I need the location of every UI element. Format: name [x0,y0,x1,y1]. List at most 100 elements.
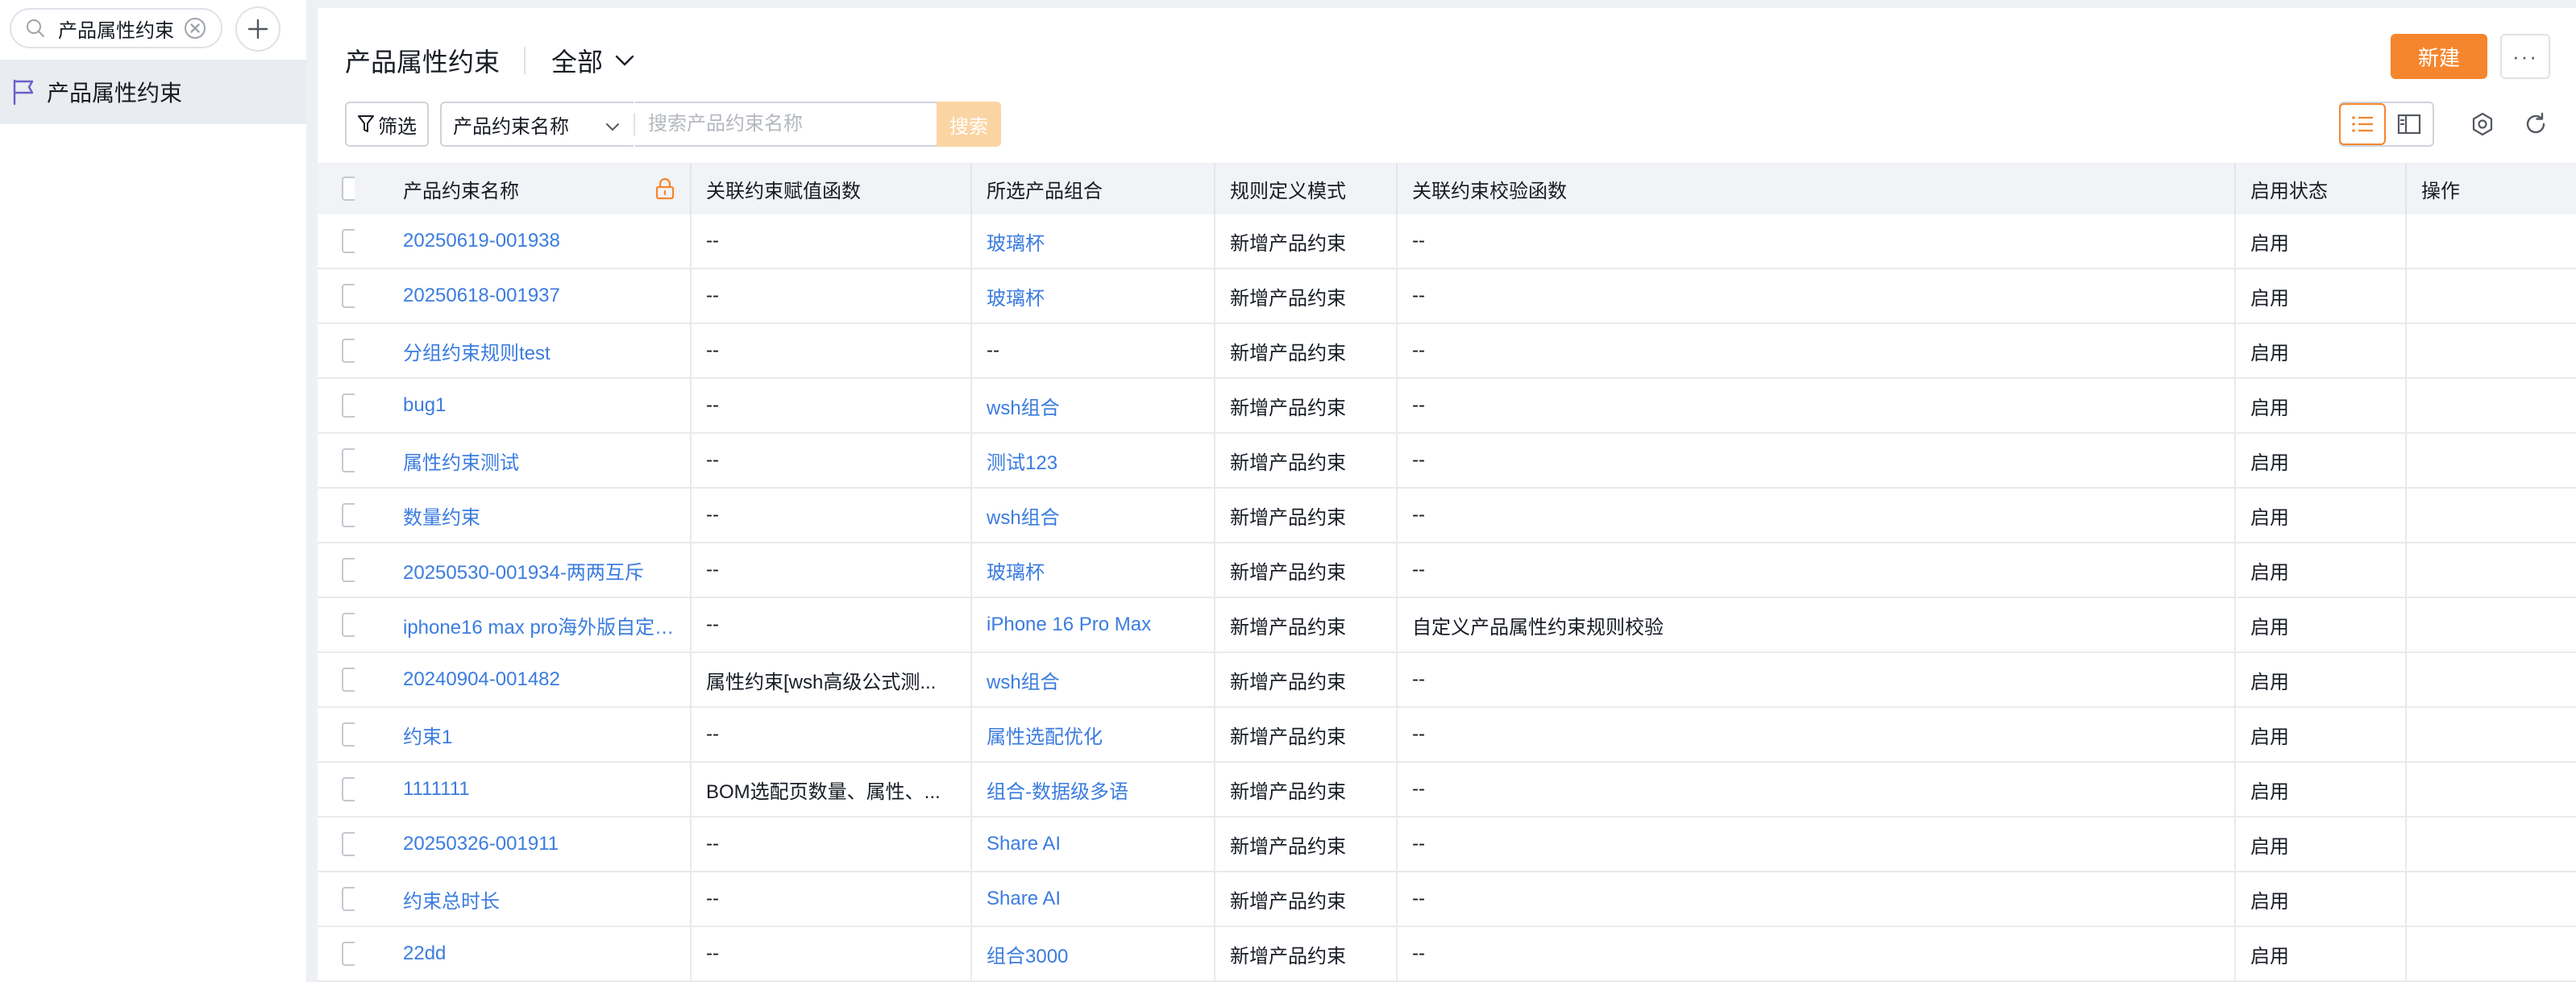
constraint-name-link[interactable]: bug1 [403,394,446,417]
cell-status: 启用 [2236,708,2407,761]
row-checkbox[interactable] [342,558,355,582]
search-button[interactable]: 搜索 [937,102,1001,147]
constraint-name-link[interactable]: 数量约束 [403,501,480,530]
product-combo-value[interactable]: wsh组合 [987,501,1060,530]
search-input[interactable] [648,113,937,135]
constraint-name-link[interactable]: iphone16 max pro海外版自定义属... [403,611,690,639]
sidebar-item-label: 产品属性约束 [47,81,183,106]
table-row[interactable]: 20250619-001938 -- 玻璃杯 新增产品约束 -- 启用 [318,214,2576,269]
product-combo-value[interactable]: 玻璃杯 [987,227,1045,256]
product-combo-value[interactable]: wsh组合 [987,666,1060,694]
column-header-status[interactable]: 启用状态 [2236,163,2407,214]
product-combo-value[interactable]: iPhone 16 Pro Max [987,614,1151,636]
product-combo-value[interactable]: 玻璃杯 [987,556,1045,585]
column-header-assign-function[interactable]: 关联约束赋值函数 [692,163,972,214]
table-row[interactable]: 20250326-001911 -- Share AI 新增产品约束 -- 启用 [318,818,2576,872]
table-row[interactable]: 约束1 -- 属性选配优化 新增产品约束 -- 启用 [318,708,2576,763]
product-combo-value[interactable]: wsh组合 [987,392,1060,420]
cell-status: 启用 [2236,379,2407,432]
table-row[interactable]: 数量约束 -- wsh组合 新增产品约束 -- 启用 [318,489,2576,543]
row-checkbox[interactable] [342,503,355,527]
product-combo-value[interactable]: 属性选配优化 [987,721,1103,749]
table-row[interactable]: bug1 -- wsh组合 新增产品约束 -- 启用 [318,379,2576,434]
table-row[interactable]: 20250530-001934-两两互斥 -- 玻璃杯 新增产品约束 -- 启用 [318,543,2576,598]
cell-name: 属性约束测试 [355,434,692,487]
row-checkbox[interactable] [342,722,355,747]
cell-name: bug1 [355,379,692,432]
constraint-name-link[interactable]: 约束1 [403,721,452,749]
column-header-check-function[interactable]: 关联约束校验函数 [1398,163,2236,214]
row-checkbox[interactable] [342,777,355,801]
constraint-name-link[interactable]: 22dd [403,942,446,965]
product-combo-value[interactable]: 玻璃杯 [987,282,1045,310]
cell-actions [2407,598,2576,651]
row-checkbox[interactable] [342,448,355,472]
product-combo-value: -- [987,339,999,361]
product-combo-value[interactable]: Share AI [987,833,1061,855]
constraint-name-link[interactable]: 分组约束规则test [403,337,551,365]
cell-name: 20250618-001937 [355,269,692,322]
table-row[interactable]: 20250618-001937 -- 玻璃杯 新增产品约束 -- 启用 [318,269,2576,324]
table-row[interactable]: 分组约束规则test -- -- 新增产品约束 -- 启用 [318,324,2576,379]
settings-icon[interactable] [2468,110,2497,139]
product-combo-value[interactable]: 组合3000 [987,940,1068,968]
select-all-checkbox[interactable] [342,177,355,201]
clear-icon[interactable] [182,15,208,41]
constraint-name-link[interactable]: 20250619-001938 [403,230,560,252]
status-value: 启用 [2250,726,2289,748]
main-panel: 产品属性约束 全部 新建 ··· 筛选 产品约束名称 搜索产品约束名称 搜索 产… [318,8,2576,982]
column-header-rule-mode[interactable]: 规则定义模式 [1215,163,1398,214]
column-header-product-combo[interactable]: 所选产品组合 [972,163,1215,214]
table-row[interactable]: 20240904-001482 属性约束[wsh高级公式测... wsh组合 新增产品… [318,653,2576,708]
sidebar-search-value[interactable]: 产品属性约束 [58,15,182,43]
search-field-select[interactable]: 产品约束名称 [440,102,634,147]
refresh-icon[interactable] [2521,110,2550,139]
cell-product-combo: 组合-数据级多语 [972,763,1215,816]
row-checkbox[interactable] [342,668,355,692]
list-view-button[interactable] [2339,103,2386,145]
constraint-name-link[interactable]: 属性约束测试 [403,447,519,475]
more-button[interactable]: ··· [2500,34,2550,79]
cell-rule-mode: 新增产品约束 [1215,324,1398,377]
sidebar-search[interactable]: 产品属性约束 [10,8,222,48]
constraint-name-link[interactable]: 20250326-001911 [403,833,559,855]
row-checkbox[interactable] [342,942,355,966]
new-button[interactable]: 新建 [2391,34,2487,79]
table-row[interactable]: 1111111 BOM选配页数量、属性、... 组合-数据级多语 新增产品约束 -- 启用 [318,763,2576,818]
column-header-name[interactable]: 产品约束名称 [355,163,692,214]
filter-label: 筛选 [378,115,417,138]
product-combo-value[interactable]: 组合-数据级多语 [987,776,1128,804]
add-button[interactable] [235,6,280,52]
cell-name: 约束1 [355,708,692,761]
row-checkbox-cell [318,489,355,542]
table-row[interactable]: 属性约束测试 -- 测试123 新增产品约束 -- 启用 [318,434,2576,489]
row-checkbox[interactable] [342,284,355,308]
table-header: 产品约束名称 关联约束赋值函数 所选产品组合 规则定义模式 关联约束校验函数 启… [318,163,2576,214]
table-body: 20250619-001938 -- 玻璃杯 新增产品约束 -- 启用 20250618-0… [318,214,2576,982]
constraint-name-link[interactable]: 20250530-001934-两两互斥 [403,556,644,585]
scope-dropdown[interactable]: 全部 [551,42,635,79]
table-row[interactable]: 约束总时长 -- Share AI 新增产品约束 -- 启用 [318,872,2576,927]
table-row[interactable]: iphone16 max pro海外版自定义属... -- iPhone 16 Pr… [318,598,2576,653]
row-checkbox[interactable] [342,339,355,363]
check-function-value: -- [1412,723,1425,745]
rule-mode-value: 新增产品约束 [1230,342,1346,364]
sidebar-item-product-attribute-constraint[interactable]: 产品属性约束 [0,60,306,124]
constraint-name-link[interactable]: 20240904-001482 [403,668,560,691]
table-row[interactable]: 22dd -- 组合3000 新增产品约束 -- 启用 [318,927,2576,982]
filter-button[interactable]: 筛选 [345,102,429,147]
row-checkbox[interactable] [342,832,355,856]
cell-status: 启用 [2236,872,2407,926]
product-combo-value[interactable]: Share AI [987,888,1061,910]
product-combo-value[interactable]: 测试123 [987,447,1057,475]
constraint-name-link[interactable]: 约束总时长 [403,885,500,913]
row-checkbox[interactable] [342,613,355,637]
cell-rule-mode: 新增产品约束 [1215,543,1398,597]
rule-mode-value: 新增产品约束 [1230,561,1346,584]
constraint-name-link[interactable]: 20250618-001937 [403,285,560,307]
row-checkbox[interactable] [342,887,355,911]
constraint-name-link[interactable]: 1111111 [403,778,470,801]
row-checkbox[interactable] [342,393,355,418]
split-view-button[interactable] [2386,103,2433,145]
row-checkbox[interactable] [342,229,355,253]
